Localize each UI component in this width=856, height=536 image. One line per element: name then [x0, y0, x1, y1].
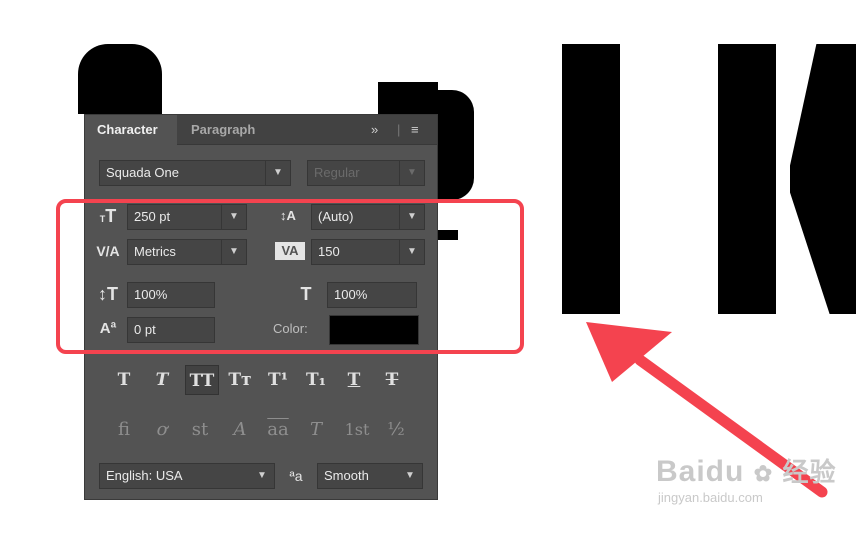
watermark-chinese: 经验 — [782, 457, 837, 487]
watermark-brand: Baidu — [656, 455, 745, 488]
watermark-paw-icon: ✿ — [753, 461, 774, 486]
watermark-url: jingyan.baidu.com — [658, 490, 763, 505]
watermark: Baidu ✿ 经验 jingyan.baidu.com — [656, 455, 837, 506]
